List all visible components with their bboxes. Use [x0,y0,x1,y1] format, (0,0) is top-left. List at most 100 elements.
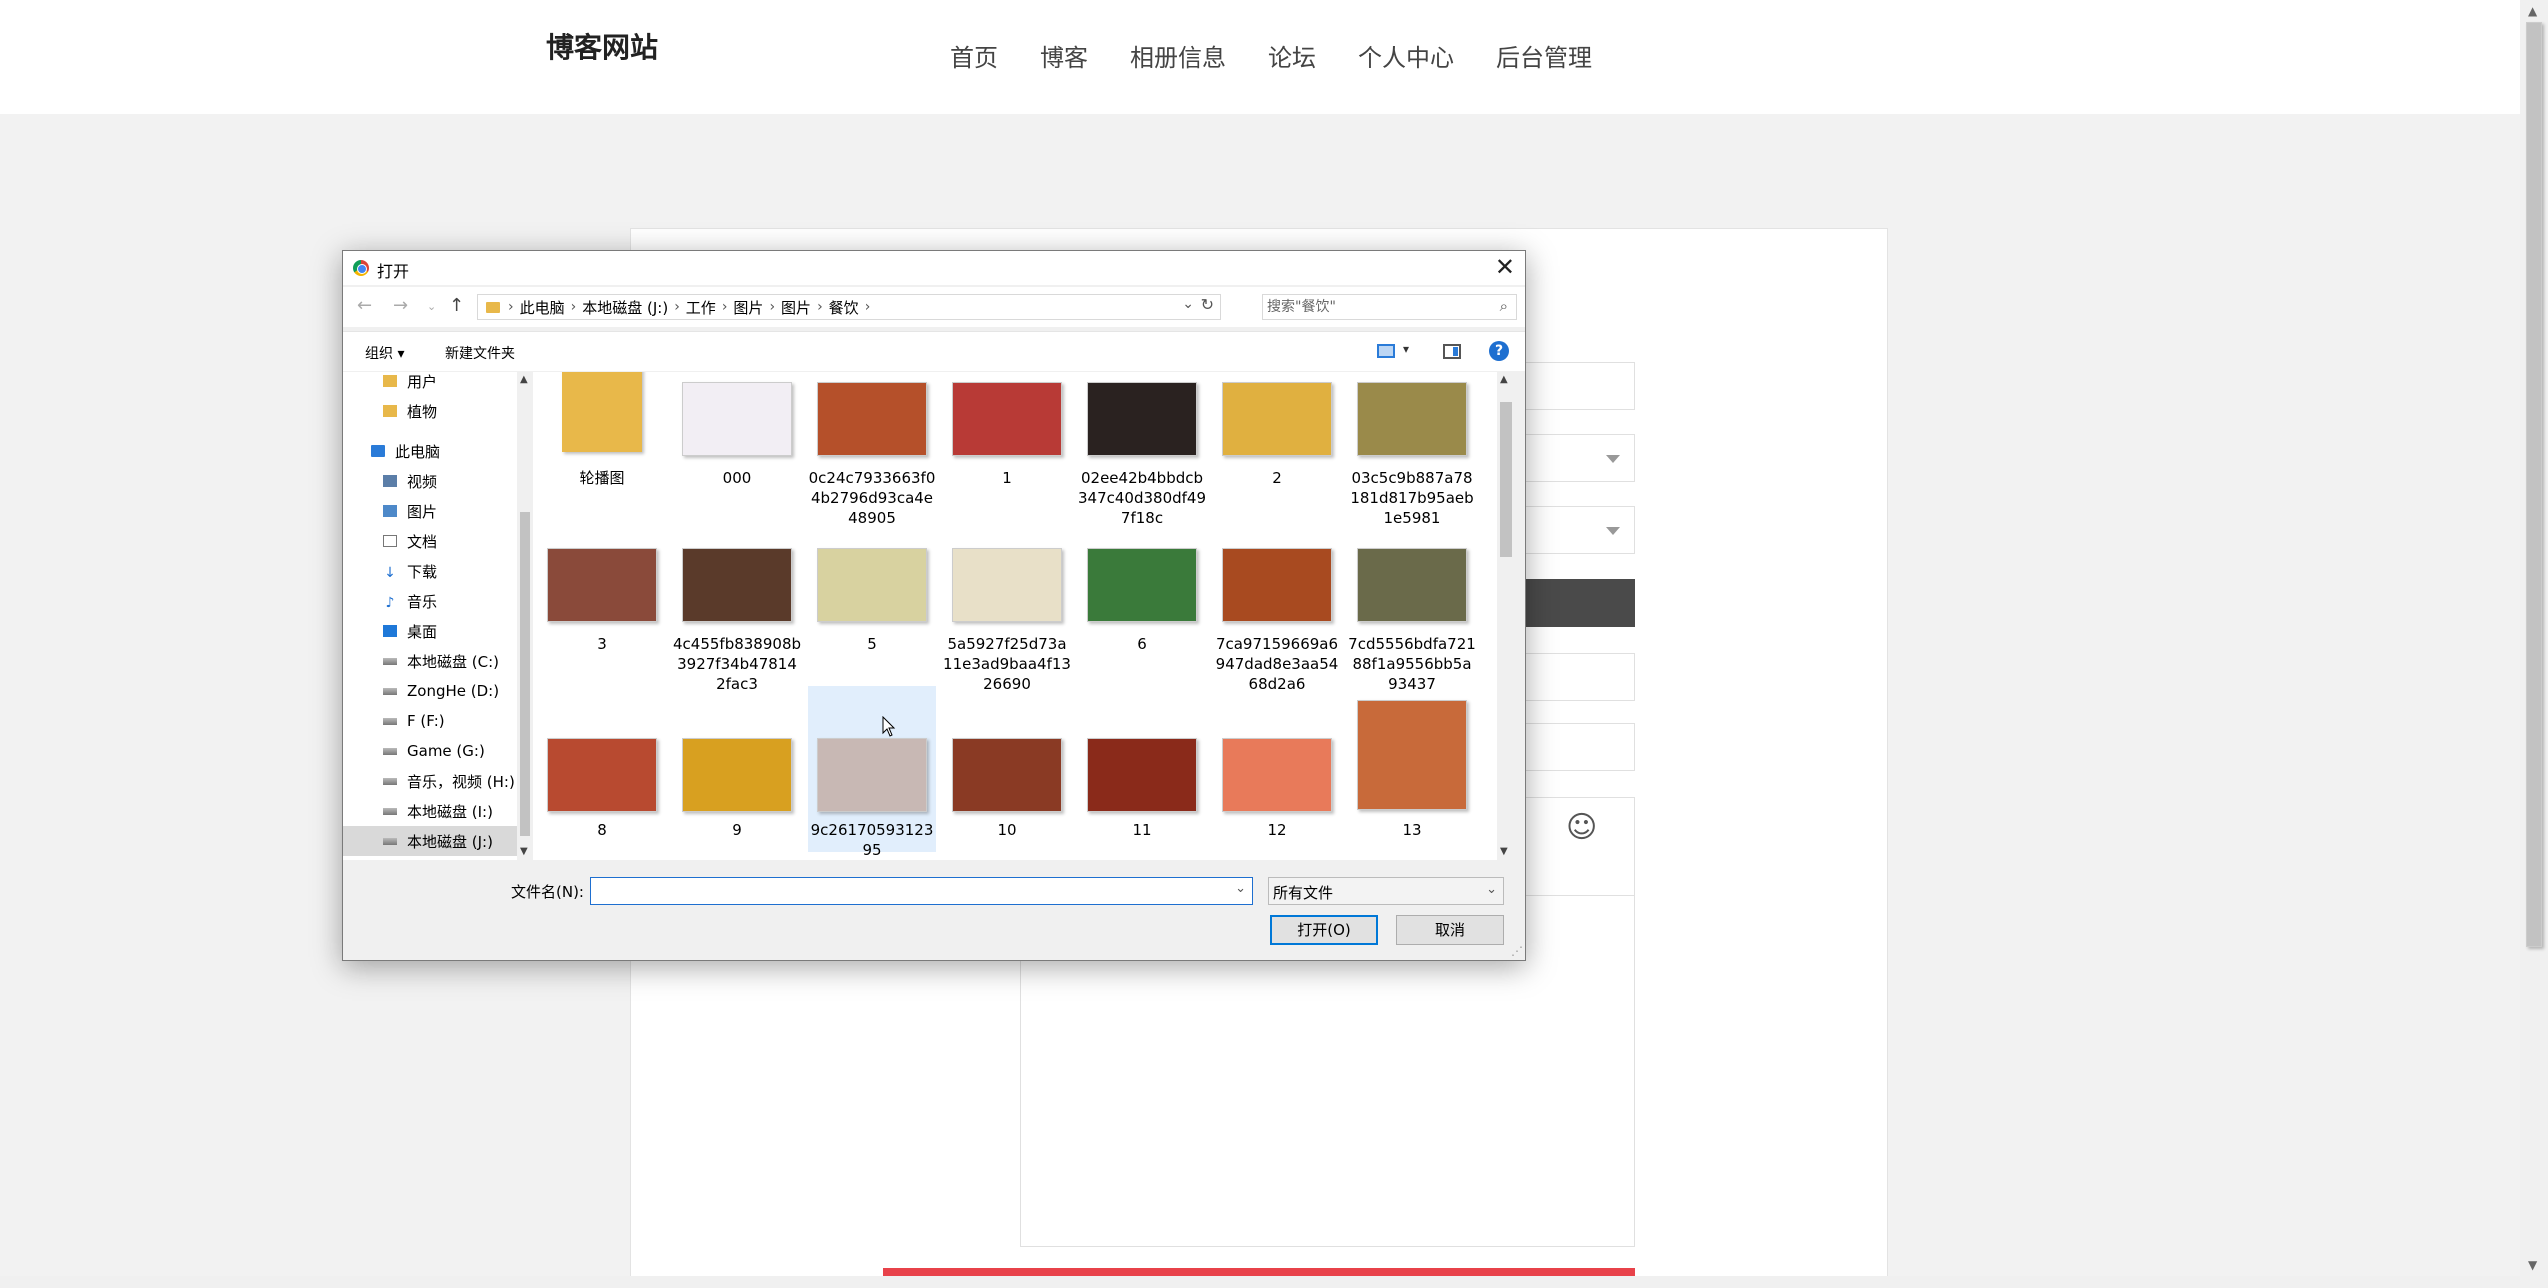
folder-item[interactable]: 轮播图 [538,372,666,528]
nav-home[interactable]: 首页 [950,38,998,73]
scroll-down-icon[interactable]: ▼ [2528,1258,2537,1272]
nav-profile[interactable]: 个人中心 [1358,38,1454,73]
preview-pane-icon[interactable] [1443,344,1461,359]
nav-item[interactable]: 文档 [343,526,517,556]
back-arrow-icon[interactable]: ← [357,295,372,316]
help-icon[interactable]: ? [1489,341,1509,361]
file-item[interactable]: 3 [538,538,666,694]
nav-item[interactable]: 本地磁盘 (J:) [343,826,517,856]
file-item[interactable]: 4c455fb838908b3927f34b478142fac3 [673,538,801,694]
file-item[interactable]: 9c2617059312395 [808,686,936,859]
image-thumbnail [952,548,1062,622]
nav-forum[interactable]: 论坛 [1268,38,1316,73]
organize-menu[interactable]: 组织 ▾ [365,343,404,363]
page-hscrollbar[interactable] [0,1276,2520,1288]
file-scrollbar[interactable]: ▲ ▼ [1497,372,1515,860]
up-arrow-icon[interactable]: ↑ [449,295,464,316]
nav-item[interactable]: Game (G:) [343,736,517,766]
image-thumbnail [952,738,1062,812]
file-item[interactable]: 13 [1348,686,1476,852]
image-thumbnail [1222,382,1332,456]
nav-item[interactable]: F (F:) [343,706,517,736]
nav-item[interactable]: 用户 [343,372,517,396]
drive-icon [383,777,397,785]
search-icon[interactable]: ⌕ [1500,297,1508,315]
image-thumbnail [1222,738,1332,812]
refresh-icon[interactable]: ↻ [1201,295,1214,314]
new-folder-button[interactable]: 新建文件夹 [445,343,515,363]
breadcrumb-item[interactable]: 餐饮 [829,297,859,318]
nav-item-label: 音乐 [407,592,438,611]
resize-grip-icon[interactable]: ⋰ [1511,944,1523,958]
nav-item[interactable]: 图片 [343,496,517,526]
file-item[interactable]: 03c5c9b887a78181d817b95aeb1e5981 [1348,372,1476,528]
search-field[interactable]: ⌕ [1262,294,1517,320]
documents-icon [383,535,397,547]
emoji-icon[interactable]: ☺ [1566,810,1597,845]
search-input[interactable] [1267,297,1483,317]
breadcrumb-item[interactable]: 工作 [686,297,716,318]
file-item[interactable]: 1 [943,372,1071,528]
file-item[interactable]: 0c24c7933663f04b2796d93ca4e48905 [808,372,936,528]
breadcrumb-item[interactable]: 图片 [733,297,763,318]
nav-blog[interactable]: 博客 [1040,38,1088,73]
nav-album[interactable]: 相册信息 [1130,38,1226,73]
file-item[interactable]: 000 [673,372,801,528]
open-button[interactable]: 打开(O) [1270,915,1378,945]
nav-item[interactable]: 本地磁盘 (I:) [343,796,517,826]
file-item[interactable]: 9 [673,686,801,852]
site-logo[interactable]: 博客网站 [546,26,658,66]
scroll-up-icon[interactable]: ▲ [520,374,528,385]
filename-field[interactable]: ⌄ [590,877,1253,905]
nav-item[interactable]: 视频 [343,466,517,496]
nav-scrollbar[interactable]: ▲ ▼ [517,372,533,860]
file-item[interactable]: 8 [538,686,666,852]
file-item[interactable]: 02ee42b4bbdcb347c40d380df497f18c [1078,372,1206,528]
nav-item-label: 本地磁盘 (J:) [407,832,493,851]
filetype-select[interactable]: 所有文件 ⌄ [1268,877,1504,905]
image-thumbnail [682,738,792,812]
nav-item[interactable]: 桌面 [343,616,517,646]
chevron-down-icon[interactable]: ▾ [1403,342,1409,356]
breadcrumb-item[interactable]: 此电脑 [520,297,565,318]
file-item[interactable]: 12 [1213,686,1341,852]
scroll-up-icon[interactable]: ▲ [2528,4,2537,18]
file-item[interactable]: 10 [943,686,1071,852]
scrollbar-thumb[interactable] [1500,402,1512,557]
nav-item[interactable]: ZongHe (D:) [343,676,517,706]
nav-admin[interactable]: 后台管理 [1496,38,1592,73]
file-item[interactable]: 5 [808,538,936,694]
scrollbar-thumb[interactable] [2526,22,2542,947]
file-item[interactable]: 11 [1078,686,1206,852]
page-scrollbar[interactable]: ▲ ▼ [2520,0,2548,1288]
recent-dropdown-icon[interactable]: ⌄ [427,300,436,313]
file-item[interactable]: 7ca97159669a6947dad8e3aa5468d2a6 [1213,538,1341,694]
file-name: 11 [1132,821,1152,839]
breadcrumb-item[interactable]: 本地磁盘 (J:) [582,297,668,318]
forward-arrow-icon[interactable]: → [393,295,408,316]
scroll-down-icon[interactable]: ▼ [520,846,528,857]
file-item[interactable]: 6 [1078,538,1206,694]
file-item[interactable]: 5a5927f25d73a11e3ad9baa4f1326690 [943,538,1071,694]
file-item[interactable]: 2 [1213,372,1341,528]
scroll-up-icon[interactable]: ▲ [1500,374,1508,385]
filename-input[interactable] [595,881,1215,901]
view-mode-icon[interactable] [1377,344,1395,358]
cancel-button[interactable]: 取消 [1396,915,1504,945]
breadcrumb-item[interactable]: 图片 [781,297,811,318]
breadcrumb[interactable]: › 此电脑 › 本地磁盘 (J:) › 工作 › 图片 › 图片 › 餐饮 › ⌄ ↻ [477,294,1221,320]
nav-item[interactable]: ↓ 下载 [343,556,517,586]
file-name: 4c455fb838908b3927f34b478142fac3 [673,635,802,693]
chevron-down-icon[interactable]: ⌄ [1235,881,1246,896]
nav-item[interactable]: 此电脑 [343,436,517,466]
scrollbar-thumb[interactable] [520,512,530,836]
close-icon[interactable]: ✕ [1495,253,1515,281]
nav-item[interactable]: 植物 [343,396,517,426]
nav-item[interactable]: ♪ 音乐 [343,586,517,616]
nav-item[interactable]: 音乐，视频 (H:) [343,766,517,796]
mouse-cursor-icon [882,716,896,737]
file-item[interactable]: 7cd5556bdfa72188f1a9556bb5a93437 [1348,538,1476,694]
nav-item[interactable]: 本地磁盘 (C:) [343,646,517,676]
scroll-down-icon[interactable]: ▼ [1500,846,1508,857]
chevron-down-icon[interactable]: ⌄ [1182,296,1194,312]
